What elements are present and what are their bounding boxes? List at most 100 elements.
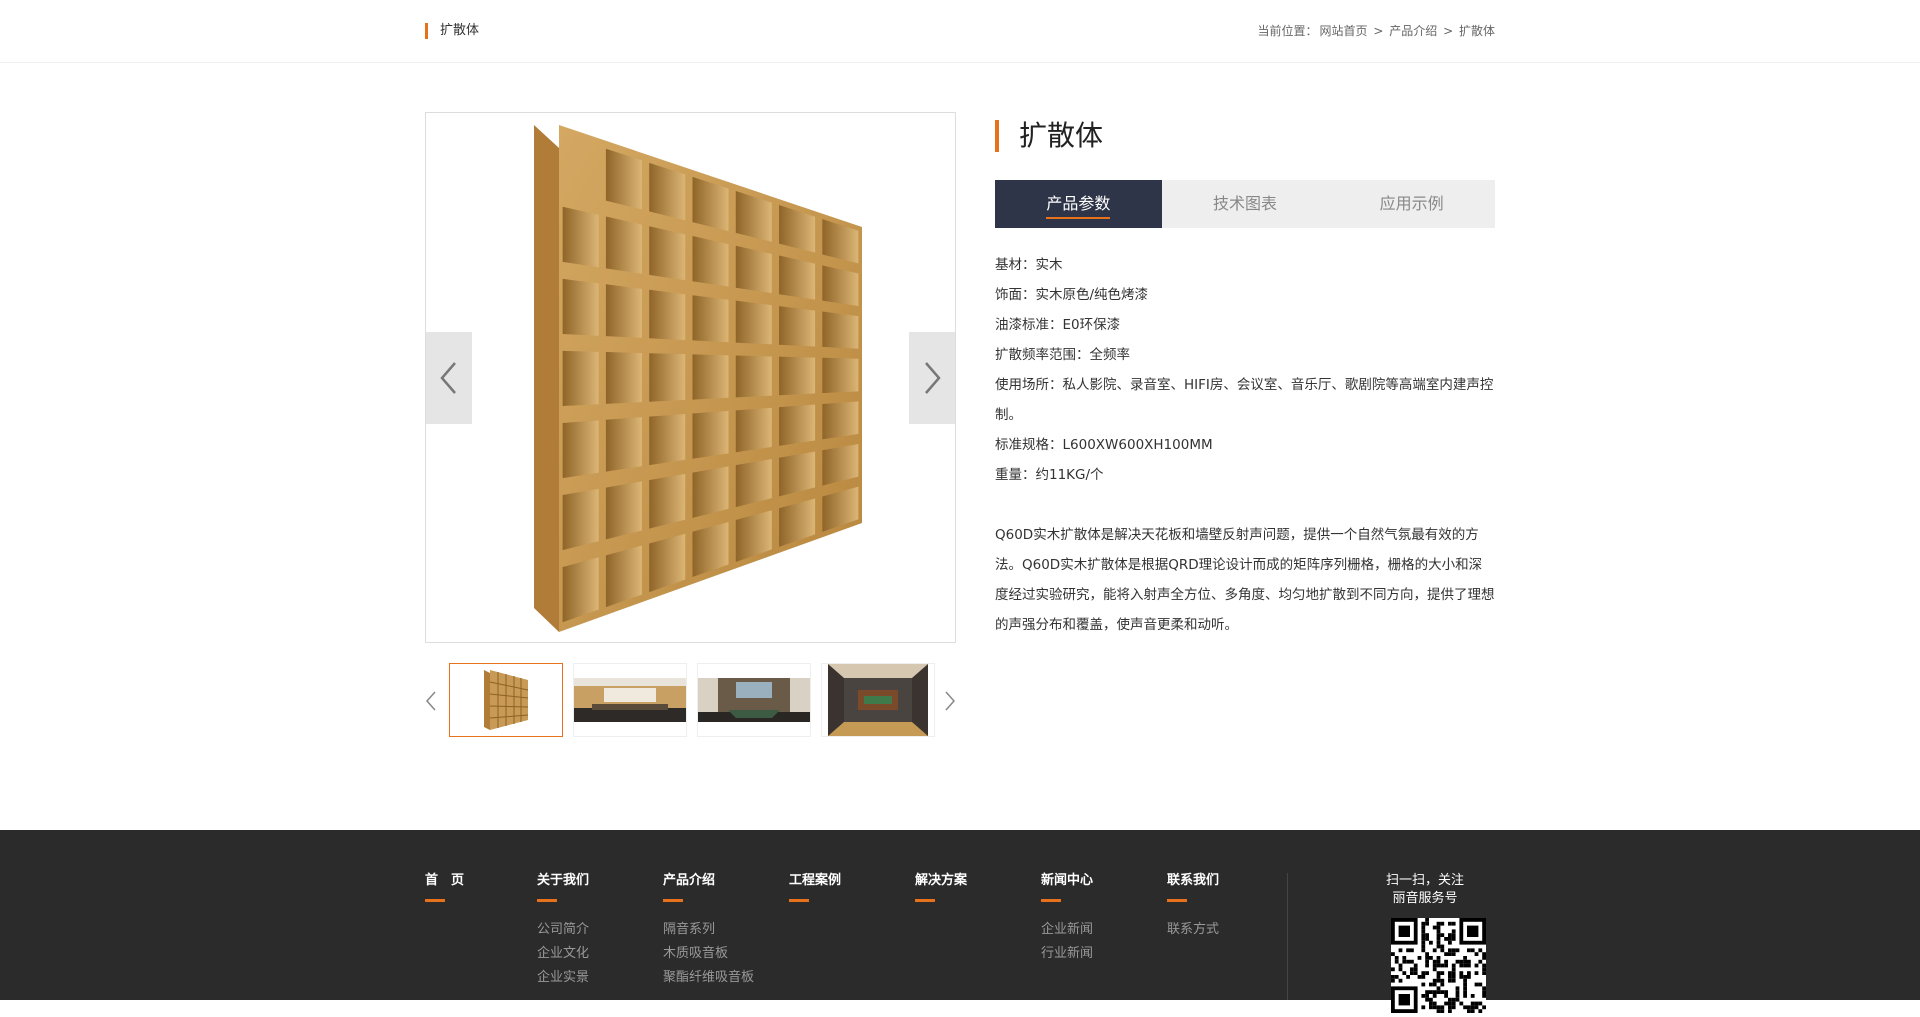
qr-module	[1444, 1001, 1448, 1006]
tab-tech-charts[interactable]: 技术图表	[1162, 180, 1329, 228]
footer-col-about: 关于我们 公司简介 企业文化 企业实景	[537, 873, 589, 990]
qr-module	[1436, 925, 1441, 930]
qr-module	[1478, 959, 1483, 964]
footer-nav-news[interactable]: 新闻中心	[1041, 873, 1093, 889]
tab-application-examples[interactable]: 应用示例	[1328, 180, 1495, 228]
footer-underline	[425, 899, 445, 902]
qr-module	[1482, 1005, 1486, 1010]
qr-module	[1451, 967, 1456, 972]
chevron-right-icon	[925, 362, 941, 394]
footer-nav-about[interactable]: 关于我们	[537, 873, 589, 889]
diffuser-cell	[692, 410, 729, 459]
qr-module	[1432, 978, 1437, 983]
qr-module	[1451, 975, 1456, 979]
diffuser-product-image	[534, 125, 862, 632]
footer-link[interactable]: 公司简介	[537, 918, 589, 942]
diffuser-cell	[649, 414, 686, 466]
footer-nav-products[interactable]: 产品介绍	[663, 873, 754, 889]
qr-code	[1391, 918, 1486, 1013]
qr-module	[1478, 1009, 1483, 1013]
qr-module	[1425, 994, 1429, 998]
footer-link[interactable]: 企业实景	[537, 966, 589, 990]
footer-link[interactable]: 联系方式	[1167, 918, 1219, 942]
qr-module	[1455, 948, 1460, 953]
footer-nav-home[interactable]: 首 页	[425, 873, 464, 889]
qr-finder	[1467, 925, 1479, 937]
qr-module	[1425, 952, 1429, 956]
thumb-diffuser[interactable]	[449, 663, 563, 737]
qr-module	[1482, 952, 1486, 956]
footer-col-news: 新闻中心 企业新闻 行业新闻	[1041, 873, 1093, 966]
breadcrumb-sep: >	[1443, 24, 1454, 38]
qr-module	[1440, 921, 1445, 926]
footer-nav-contact[interactable]: 联系我们	[1167, 873, 1219, 889]
footer-link[interactable]: 企业文化	[537, 942, 589, 966]
qr-module	[1482, 994, 1486, 998]
qr-module	[1463, 975, 1467, 979]
diffuser-cell	[605, 417, 642, 472]
qr-module	[1482, 990, 1486, 994]
thumb-next-button[interactable]	[940, 683, 960, 719]
qr-module	[1436, 975, 1441, 979]
qr-module	[1451, 929, 1456, 934]
qr-module	[1448, 921, 1452, 926]
qr-module	[1440, 933, 1445, 937]
qr-module	[1421, 940, 1426, 945]
qr-module	[1436, 956, 1441, 960]
product-gallery	[425, 112, 956, 739]
qr-module	[1436, 986, 1441, 991]
qr-module	[1421, 948, 1426, 953]
diffuser-thumb	[450, 664, 562, 736]
footer-link[interactable]: 木质吸音板	[663, 942, 754, 966]
diffuser-cell	[562, 350, 599, 407]
qr-module	[1451, 937, 1456, 941]
footer-underline	[1167, 899, 1187, 902]
diffuser-cell	[649, 226, 686, 281]
param-item: 饰面：实木原色/纯色烤漆	[995, 287, 1149, 303]
qr-module	[1463, 956, 1467, 960]
qr-module	[1467, 1009, 1471, 1013]
qr-module	[1451, 963, 1456, 968]
qr-module	[1436, 978, 1441, 983]
footer-link[interactable]: 隔音系列	[663, 918, 754, 942]
tab-product-params[interactable]: 产品参数	[995, 180, 1162, 228]
qr-module	[1440, 990, 1445, 994]
qr-module	[1467, 963, 1471, 968]
thumbnail-strip	[425, 663, 956, 739]
thumb-top-view-room[interactable]	[821, 663, 935, 737]
qr-module	[1455, 990, 1460, 994]
next-image-button[interactable]	[909, 332, 955, 424]
qr-module	[1436, 933, 1441, 937]
param-item: 基材：实木	[995, 257, 1063, 273]
chevron-left-icon	[440, 362, 456, 394]
qr-module	[1421, 933, 1426, 937]
footer-nav-cases[interactable]: 工程案例	[789, 873, 841, 889]
footer-link[interactable]: 企业新闻	[1041, 918, 1093, 942]
qr-module	[1421, 929, 1426, 934]
qr-module	[1432, 959, 1437, 964]
footer-link[interactable]: 聚酯纤维吸音板	[663, 966, 754, 990]
qr-module	[1459, 975, 1464, 979]
footer-col-cases: 工程案例	[789, 873, 841, 918]
qr-module	[1463, 982, 1467, 987]
breadcrumb-home[interactable]: 网站首页	[1320, 24, 1368, 38]
qr-module	[1402, 956, 1407, 960]
prev-image-button[interactable]	[426, 332, 472, 424]
breadcrumb-products[interactable]: 产品介绍	[1389, 24, 1437, 38]
diffuser-cell	[692, 354, 729, 400]
thumb-prev-button[interactable]	[421, 683, 441, 719]
thumb-conference-room[interactable]	[697, 663, 811, 737]
breadcrumb: 当前位置： 网站首页 > 产品介绍 > 扩散体	[1256, 23, 1496, 39]
footer-link[interactable]: 行业新闻	[1041, 942, 1093, 966]
qr-finder	[1398, 925, 1410, 937]
qr-module	[1432, 925, 1437, 930]
breadcrumb-current[interactable]: 扩散体	[1459, 24, 1495, 38]
qr-module	[1402, 971, 1407, 975]
qr-module	[1451, 978, 1456, 983]
qr-module	[1470, 948, 1475, 953]
qr-module	[1410, 959, 1414, 964]
thumb-meeting-room[interactable]	[573, 663, 687, 737]
footer-nav-solutions[interactable]: 解决方案	[915, 873, 967, 889]
qr-module	[1448, 948, 1452, 953]
qr-module	[1398, 967, 1403, 972]
